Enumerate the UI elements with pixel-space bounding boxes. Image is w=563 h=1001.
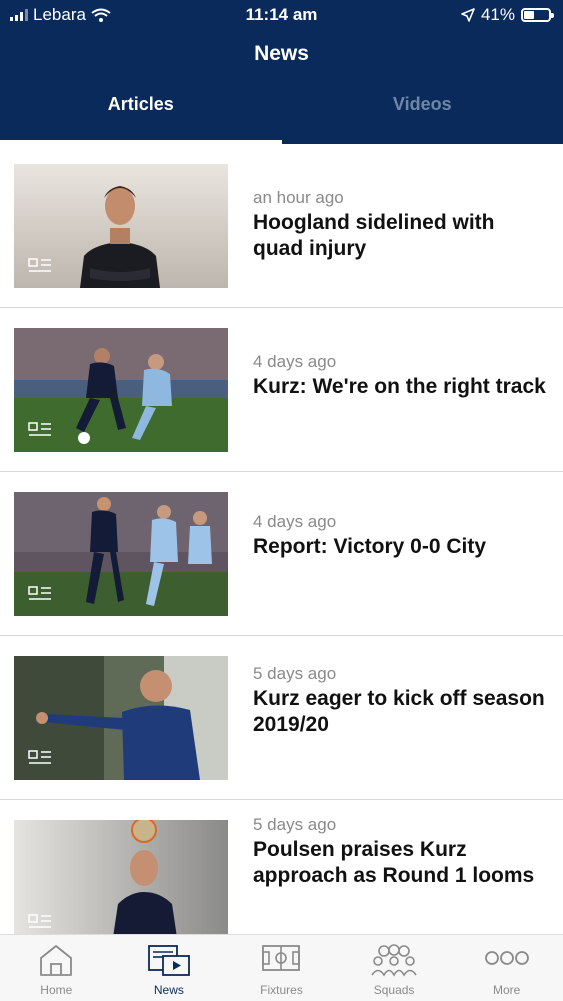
article-time: 4 days ago — [253, 512, 547, 532]
more-icon — [483, 943, 531, 973]
article-meta: 4 days ago Kurz: We're on the right trac… — [253, 352, 547, 400]
tab-home[interactable]: Home — [0, 935, 113, 1001]
tab-videos[interactable]: Videos — [282, 80, 563, 144]
article-item[interactable]: 4 days ago Kurz: We're on the right trac… — [0, 308, 563, 472]
tab-news[interactable]: News — [113, 935, 226, 1001]
tab-home-label: Home — [0, 983, 113, 997]
bottom-tab-bar: Home News Fixtures Sq — [0, 934, 563, 1001]
tab-articles[interactable]: Articles — [0, 80, 282, 144]
article-thumbnail — [14, 328, 228, 452]
pitch-icon — [261, 943, 301, 973]
article-item[interactable]: an hour ago Hoogland sidelined with quad… — [0, 144, 563, 308]
article-meta: 5 days ago Poulsen praises Kurz approach… — [253, 815, 547, 889]
tab-news-label: News — [113, 983, 226, 997]
tab-more[interactable]: More — [450, 935, 563, 1001]
article-time: 5 days ago — [253, 815, 547, 835]
article-meta: 4 days ago Report: Victory 0-0 City — [253, 512, 547, 560]
location-arrow-icon — [461, 8, 475, 22]
news-icon — [147, 943, 191, 977]
article-time: 4 days ago — [253, 352, 547, 372]
page-title: News — [0, 42, 563, 66]
tab-fixtures[interactable]: Fixtures — [225, 935, 338, 1001]
article-thumbnail — [14, 656, 228, 780]
home-icon — [38, 943, 74, 977]
article-title[interactable]: Report: Victory 0-0 City — [253, 534, 547, 560]
article-item[interactable]: 5 days ago Kurz eager to kick off season… — [0, 636, 563, 800]
article-thumbnail — [14, 492, 228, 616]
article-item[interactable]: 5 days ago Poulsen praises Kurz approach… — [0, 800, 563, 934]
app-header: Lebara 11:14 am 41% News Articles Videos — [0, 0, 563, 144]
battery-percent: 41% — [481, 5, 515, 25]
article-icon — [28, 422, 52, 438]
squad-icon — [370, 943, 418, 977]
article-meta: 5 days ago Kurz eager to kick off season… — [253, 664, 547, 738]
tab-squads-label: Squads — [338, 983, 451, 997]
article-icon — [28, 258, 52, 274]
article-list: an hour ago Hoogland sidelined with quad… — [0, 144, 563, 934]
article-item[interactable]: 4 days ago Report: Victory 0-0 City — [0, 472, 563, 636]
battery-fill — [524, 11, 534, 19]
tab-fixtures-label: Fixtures — [225, 983, 338, 997]
tab-bar-top: Articles Videos — [0, 80, 563, 144]
tab-more-label: More — [450, 983, 563, 997]
article-title[interactable]: Hoogland sidelined with quad injury — [253, 210, 547, 262]
status-right: 41% — [461, 5, 551, 25]
battery-icon — [521, 8, 551, 22]
article-title[interactable]: Poulsen praises Kurz approach as Round 1… — [253, 837, 547, 889]
article-meta: an hour ago Hoogland sidelined with quad… — [253, 188, 547, 262]
article-title[interactable]: Kurz: We're on the right track — [253, 374, 547, 400]
article-time: an hour ago — [253, 188, 547, 208]
article-thumbnail — [14, 820, 228, 934]
article-title[interactable]: Kurz eager to kick off season 2019/20 — [253, 686, 547, 738]
article-icon — [28, 750, 52, 766]
article-thumbnail — [14, 164, 228, 288]
article-time: 5 days ago — [253, 664, 547, 684]
tab-squads[interactable]: Squads — [338, 935, 451, 1001]
article-icon — [28, 586, 52, 602]
article-icon — [28, 914, 52, 930]
status-bar: Lebara 11:14 am 41% — [0, 0, 563, 30]
